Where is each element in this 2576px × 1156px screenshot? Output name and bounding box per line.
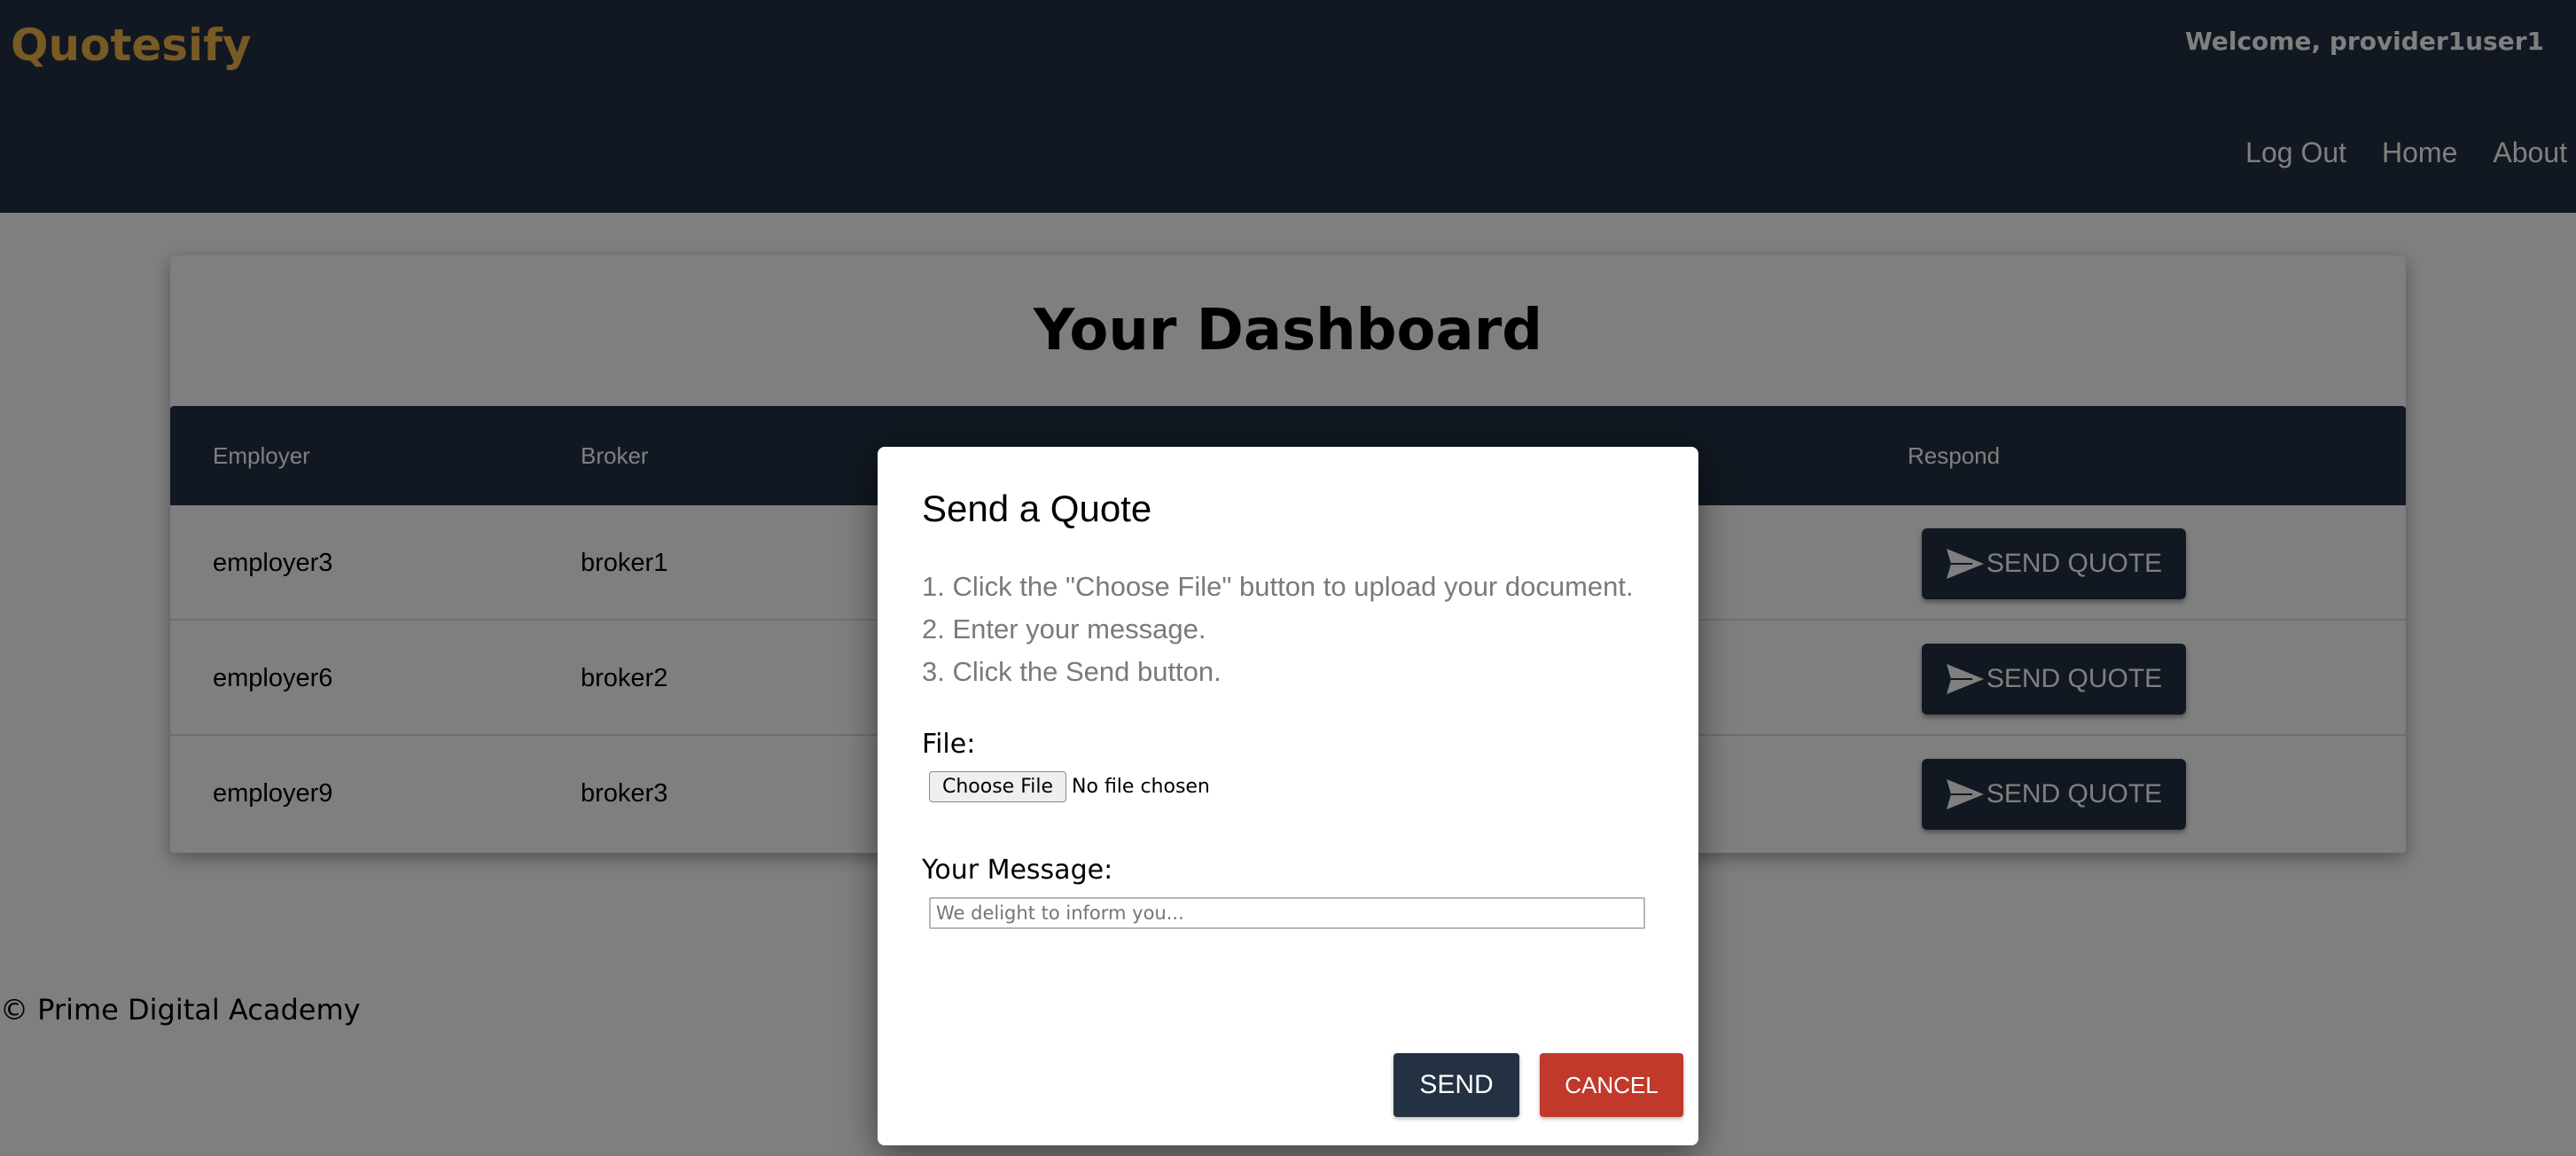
file-status-text: No file chosen <box>1072 776 1210 798</box>
message-label: Your Message: <box>922 855 1113 886</box>
send-quote-dialog: Send a Quote 1. Click the "Choose File" … <box>878 447 1698 1145</box>
message-input[interactable] <box>929 897 1645 929</box>
instruction-step: 3. Click the Send button. <box>922 656 1222 687</box>
cancel-button[interactable]: CANCEL <box>1540 1053 1683 1117</box>
instructions-list: 1. Click the "Choose File" button to upl… <box>922 566 1634 693</box>
instruction-step: 1. Click the "Choose File" button to upl… <box>922 571 1634 602</box>
instruction-step: 2. Enter your message. <box>922 613 1206 644</box>
send-button[interactable]: SEND <box>1393 1053 1519 1117</box>
choose-file-button[interactable]: Choose File <box>929 771 1067 802</box>
file-input: Choose File No file chosen <box>929 771 1210 802</box>
dialog-title: Send a Quote <box>922 488 1152 529</box>
file-label: File: <box>922 729 976 760</box>
